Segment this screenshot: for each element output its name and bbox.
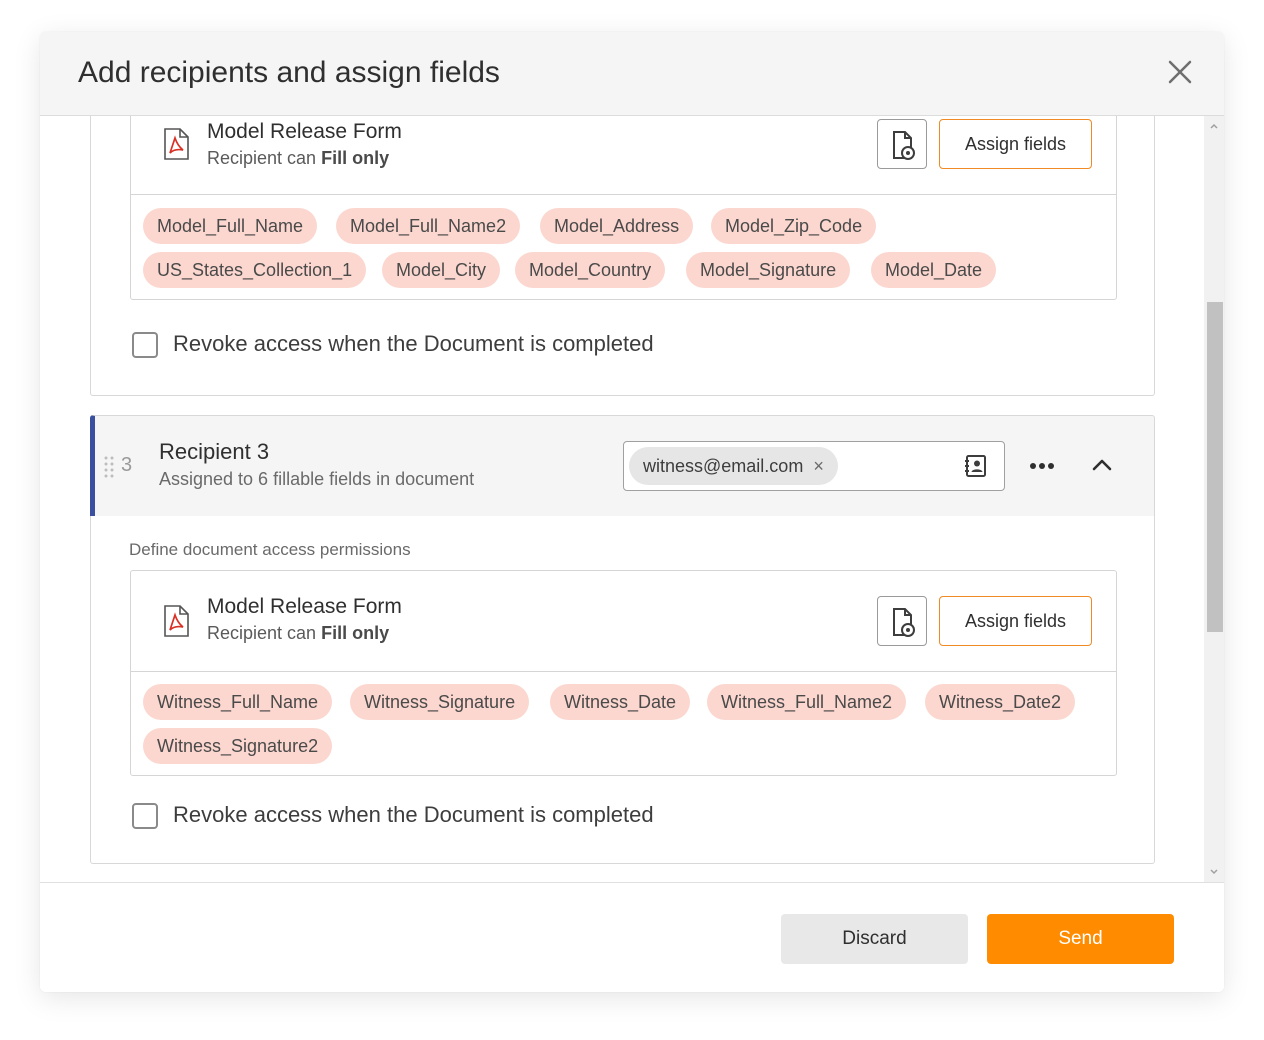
document-permission: Recipient can Fill only [207, 148, 389, 169]
field-chip[interactable]: Witness_Full_Name [143, 684, 333, 720]
pdf-file-icon [164, 128, 189, 160]
field-chip[interactable]: Model_Country [515, 252, 666, 288]
scroll-thumb[interactable] [1207, 302, 1223, 632]
revoke-access-checkbox[interactable] [132, 803, 158, 829]
document-header: Model Release Form Recipient can Fill on… [131, 116, 1116, 195]
field-chip[interactable]: Model_Date [871, 252, 997, 288]
document-settings-icon [893, 131, 915, 160]
field-chip[interactable]: Witness_Signature [350, 684, 530, 720]
revoke-access-checkbox[interactable] [132, 332, 158, 358]
field-chip[interactable]: Model_City [382, 252, 501, 288]
document-settings-button[interactable] [877, 119, 927, 169]
document-name: Model Release Form [207, 120, 402, 143]
scroll-up-icon[interactable] [1209, 121, 1219, 131]
field-chip[interactable]: Model_Signature [686, 252, 851, 288]
access-permissions-heading: Define document access permissions [129, 540, 411, 559]
modal-body[interactable]: Model Release Form Recipient can Fill on… [40, 116, 1224, 882]
field-chip[interactable]: Model_Address [540, 208, 694, 244]
modal-header: Add recipients and assign fields [40, 32, 1224, 116]
close-icon [1168, 60, 1192, 84]
revoke-access-label[interactable]: Revoke access when the Document is compl… [173, 331, 654, 357]
email-value: witness@email.com [643, 456, 804, 476]
modal-footer: Discard Send [40, 882, 1224, 992]
recipient-3-body: Define document access permissions Model… [90, 516, 1155, 864]
field-chip[interactable]: Witness_Date2 [925, 684, 1076, 720]
recipient-card-previous: Model Release Form Recipient can Fill on… [90, 116, 1155, 396]
drag-handle-icon[interactable] [103, 454, 115, 478]
document-settings-icon [893, 608, 915, 637]
permission-prefix: Recipient can [207, 623, 317, 643]
document-settings-button[interactable] [877, 596, 927, 646]
document-box: Model Release Form Recipient can Fill on… [130, 570, 1117, 776]
pdf-file-icon [164, 605, 189, 637]
recipient-3-header[interactable]: 3 Recipient 3 Assigned to 6 fillable fie… [90, 415, 1155, 517]
modal-title: Add recipients and assign fields [78, 56, 500, 89]
discard-button[interactable]: Discard [781, 914, 968, 964]
document-name: Model Release Form [207, 595, 402, 618]
email-chip: witness@email.com × [629, 447, 838, 485]
recipient-email-field[interactable]: witness@email.com × [623, 441, 1005, 491]
more-horizontal-icon[interactable] [1027, 454, 1057, 478]
assign-fields-button[interactable]: Assign fields [939, 596, 1092, 646]
close-button[interactable] [1164, 56, 1196, 88]
recipient-assigned-summary: Assigned to 6 fillable fields in documen… [159, 469, 475, 489]
field-chip[interactable]: Witness_Date [550, 684, 691, 720]
permission-value: Fill only [321, 148, 390, 168]
permission-value: Fill only [321, 623, 390, 643]
recipient-number: 3 [121, 454, 133, 476]
field-chip[interactable]: US_States_Collection_1 [143, 252, 367, 288]
scroll-down-icon[interactable] [1209, 867, 1219, 877]
document-permission: Recipient can Fill only [207, 623, 389, 644]
recipient-name: Recipient 3 [159, 439, 270, 464]
scrollbar[interactable] [1204, 116, 1224, 882]
document-header: Model Release Form Recipient can Fill on… [131, 571, 1116, 672]
field-chip[interactable]: Witness_Signature2 [143, 728, 333, 764]
remove-email-icon[interactable]: × [813, 456, 824, 476]
revoke-access-label[interactable]: Revoke access when the Document is compl… [173, 802, 654, 828]
field-chip[interactable]: Model_Zip_Code [711, 208, 877, 244]
add-recipients-modal: Add recipients and assign fields Model R… [40, 32, 1224, 992]
chevron-up-icon[interactable] [1089, 452, 1115, 478]
send-button[interactable]: Send [987, 914, 1174, 964]
contacts-book-icon[interactable] [964, 454, 988, 478]
permission-prefix: Recipient can [207, 148, 317, 168]
field-chip[interactable]: Witness_Full_Name2 [707, 684, 907, 720]
field-chip[interactable]: Model_Full_Name2 [336, 208, 521, 244]
assign-fields-button[interactable]: Assign fields [939, 119, 1092, 169]
field-chip[interactable]: Model_Full_Name [143, 208, 318, 244]
document-box: Model Release Form Recipient can Fill on… [130, 116, 1117, 300]
